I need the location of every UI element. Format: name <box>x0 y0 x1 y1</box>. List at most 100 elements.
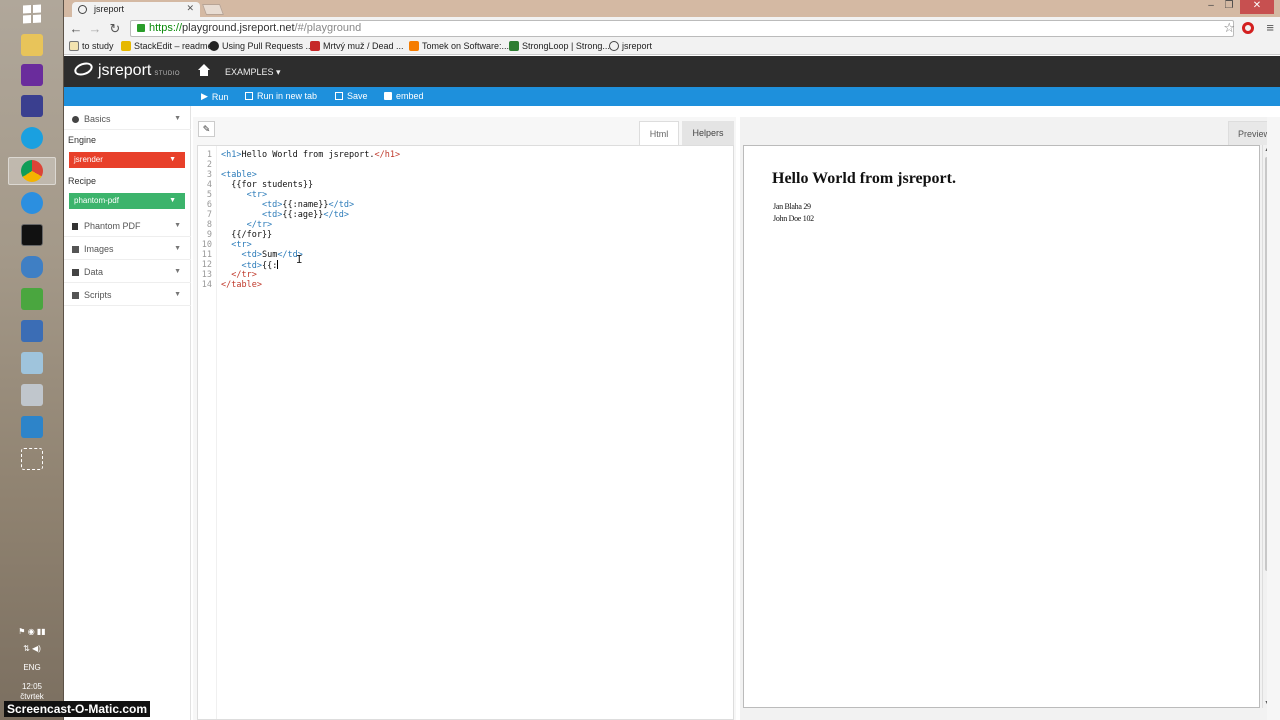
browser-toolbar: ← → ↻ https://playground.jsreport.net/#/… <box>64 17 1280 40</box>
code-line[interactable]: 1 <h1>Hello World from jsreport.</h1> <box>198 150 400 160</box>
new-tab-button[interactable] <box>201 4 225 15</box>
code-token: </td> <box>328 200 355 210</box>
text-caret <box>277 260 279 269</box>
skype-icon[interactable] <box>8 124 56 152</box>
code-editor[interactable]: 1 <h1>Hello World from jsreport.</h1> 2 3 <t… <box>197 145 734 720</box>
bookmark-item[interactable]: jsreport <box>609 41 652 51</box>
bookmark-item[interactable]: Mrtvý muž / Dead ... <box>310 41 404 51</box>
code-line[interactable]: 7 <td>{{:age}}</td> <box>198 210 349 220</box>
code-line[interactable]: 9 {{/for}} <box>198 230 272 240</box>
home-icon[interactable] <box>197 64 211 78</box>
windows-taskbar: ⚑ ◉ ▮▮ ⇅ ◀) ENG 12:05 čtvrtek <box>0 0 64 720</box>
strongloop-icon <box>509 41 519 51</box>
code-token: Hello World from jsreport. <box>241 150 375 160</box>
code-text: <td>{{:name}}</td> <box>221 200 354 210</box>
extension-icon[interactable] <box>1242 22 1254 34</box>
chrome-icon[interactable] <box>8 157 56 185</box>
reload-icon[interactable]: ↻ <box>106 20 124 37</box>
engine-label: Engine <box>68 135 97 145</box>
code-token: <td> <box>221 200 283 210</box>
floppy-icon <box>335 92 343 100</box>
tab-helpers[interactable]: Helpers <box>682 121 734 145</box>
tray-language[interactable]: ENG <box>0 663 64 672</box>
code-line[interactable]: 5 <tr> <box>198 190 267 200</box>
code-line[interactable]: 11 <td>Sum</td> <box>198 250 303 260</box>
examples-menu[interactable]: EXAMPLES ▾ <box>225 67 281 78</box>
phantom-pdf-section[interactable]: Phantom PDF ▼ <box>64 215 191 237</box>
browser-tab[interactable]: jsreport ✕ <box>72 2 200 17</box>
run-new-tab-button[interactable]: Run in new tab <box>245 91 317 101</box>
start-button[interactable] <box>0 0 64 28</box>
code-line[interactable]: 2 <box>198 160 212 170</box>
notepad-icon[interactable] <box>8 349 56 377</box>
blogger-icon <box>409 41 419 51</box>
bookmark-star-icon[interactable]: ☆ <box>1223 20 1235 36</box>
document-icon[interactable] <box>8 413 56 441</box>
tray-time[interactable]: 12:05 <box>0 682 64 691</box>
code-token: {{:name}} <box>282 200 329 210</box>
bookmark-item[interactable]: StackEdit – readme <box>121 41 213 51</box>
back-arrow-icon[interactable]: ← <box>67 20 85 37</box>
visual-studio-icon[interactable] <box>8 61 56 89</box>
forward-arrow-icon[interactable]: → <box>86 20 104 37</box>
jsreport-logo[interactable]: jsreport STUDIO <box>72 60 180 80</box>
recipe-select[interactable]: phantom-pdf ▼ <box>69 193 185 209</box>
line-number: 6 <box>206 200 212 210</box>
text-cursor-icon: I <box>296 253 303 266</box>
code-token: </table> <box>221 280 262 290</box>
run-button[interactable]: ▶ Run <box>201 91 228 102</box>
bookmark-item[interactable]: Using Pull Requests ... <box>209 41 313 51</box>
code-line[interactable]: 3 <table> <box>198 170 257 180</box>
bookmark-item[interactable]: StrongLoop | Strong... <box>509 41 610 51</box>
save-button[interactable]: Save <box>335 91 368 101</box>
tab-html[interactable]: Html <box>639 121 679 145</box>
data-icon <box>72 269 79 276</box>
chrome-menu-icon[interactable]: ≡ <box>1266 20 1274 35</box>
terminal-icon[interactable] <box>8 221 56 249</box>
scripts-section[interactable]: Scripts ▼ <box>64 284 191 306</box>
file-manager-icon[interactable] <box>8 31 56 59</box>
network-icon[interactable] <box>8 381 56 409</box>
bookmark-item[interactable]: to study <box>69 41 114 51</box>
pdf-preview[interactable]: Hello World from jsreport. Jan Blaha 29 … <box>743 145 1260 708</box>
data-section[interactable]: Data ▼ <box>64 261 191 283</box>
maximize-icon[interactable]: ❐ <box>1220 0 1238 14</box>
page-scrollbar[interactable] <box>1267 117 1280 720</box>
pencil-icon[interactable]: ✎ <box>198 121 215 137</box>
bookmark-item[interactable]: Tomek on Software:... <box>409 41 509 51</box>
engine-select[interactable]: jsrender ▼ <box>69 152 185 168</box>
tray-icons[interactable]: ⚑ ◉ ▮▮ <box>0 627 64 636</box>
code-line[interactable]: 4 {{for students}} <box>198 180 313 190</box>
internet-explorer-icon[interactable] <box>8 189 56 217</box>
minimize-icon[interactable]: ‒ <box>1202 0 1220 14</box>
close-tab-icon[interactable]: ✕ <box>186 3 194 14</box>
preview-heading: Hello World from jsreport. <box>772 170 956 187</box>
code-token: <tr> <box>221 190 268 200</box>
close-window-icon[interactable]: ✕ <box>1240 0 1274 14</box>
code-token: <h1> <box>221 150 242 160</box>
code-line[interactable]: 12 <td>{{: <box>198 260 279 271</box>
code-text: {{for students}} <box>221 180 313 190</box>
github-icon <box>209 41 219 51</box>
code-token: {{for students}} <box>221 180 314 190</box>
code-line[interactable]: 6 <td>{{:name}}</td> <box>198 200 354 210</box>
code-line[interactable]: 8 </tr> <box>198 220 272 230</box>
images-section[interactable]: Images ▼ <box>64 238 191 260</box>
database-icon[interactable] <box>8 253 56 281</box>
code-token: Sum <box>261 250 278 260</box>
home-app-icon[interactable] <box>8 285 56 313</box>
line-number: 5 <box>206 190 212 200</box>
code-line[interactable]: 13 </tr> <box>198 270 257 280</box>
gear-icon <box>72 116 79 123</box>
code-line[interactable]: 14 </table> <box>198 280 262 290</box>
address-bar[interactable]: https://playground.jsreport.net/#/playgr… <box>130 20 1234 37</box>
basics-section[interactable]: Basics ▼ <box>64 108 191 130</box>
tray-volume-icon[interactable]: ⇅ ◀) <box>0 644 64 653</box>
logo-eye-icon <box>72 60 95 78</box>
line-number: 1 <box>206 150 212 160</box>
save-disk-icon[interactable] <box>8 92 56 120</box>
embed-button[interactable]: embed <box>384 91 424 101</box>
remote-desktop-icon[interactable] <box>8 317 56 345</box>
selection-tool-icon[interactable] <box>8 445 56 473</box>
code-line[interactable]: 10 <tr> <box>198 240 252 250</box>
